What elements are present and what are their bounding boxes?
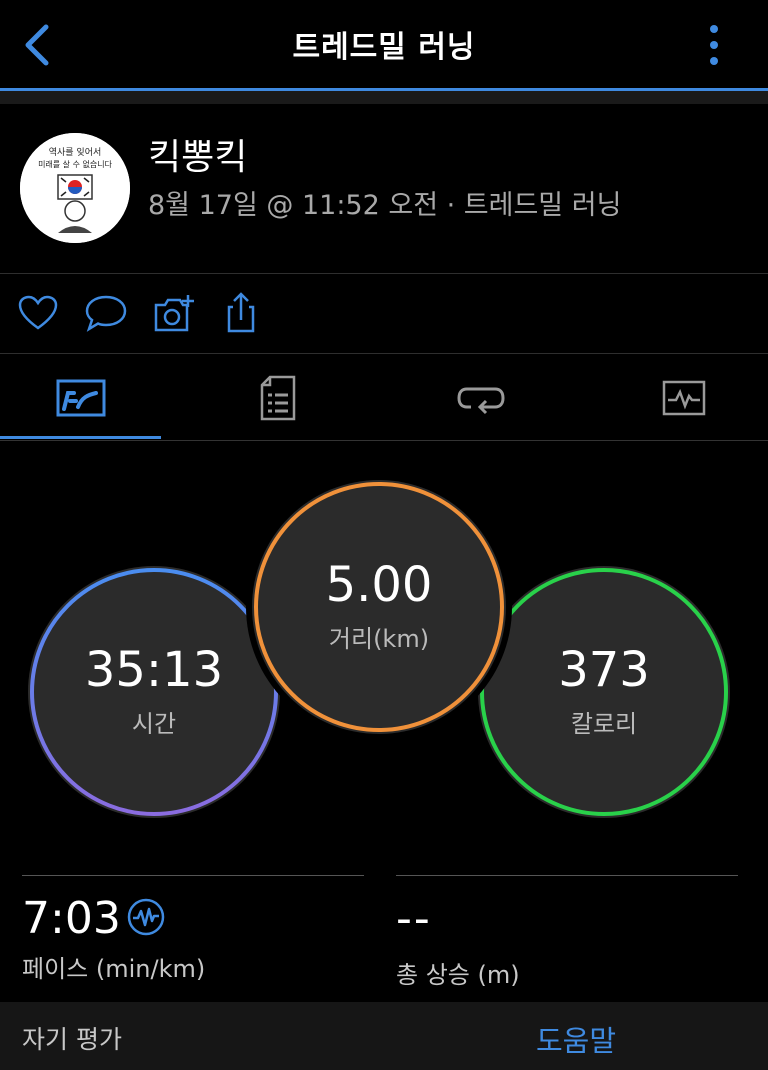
distance-ring (254, 482, 504, 732)
laps-tab-icon (456, 387, 505, 415)
more-options-button[interactable] (690, 20, 738, 70)
chart-tab-icon (662, 380, 705, 416)
self-evaluation-label: 자기 평가 (22, 1025, 122, 1054)
tab-laps[interactable] (400, 356, 561, 440)
header-shadow (0, 91, 768, 104)
ascent-divider (396, 875, 738, 876)
pace-chart-button[interactable] (126, 897, 166, 937)
share-icon (227, 292, 255, 333)
divider (0, 353, 768, 354)
comment-icon (85, 295, 127, 332)
activity-datetime: 8월 17일 @ 11:52 오전 · 트레드밀 러닝 (148, 190, 622, 221)
ascent-label: 총 상승 (m) (396, 961, 520, 989)
more-vertical-icon (710, 25, 718, 33)
avatar-image: 역사를 잊어서 미래를 살 수 없습니다 (20, 133, 130, 243)
active-tab-indicator (0, 436, 161, 439)
share-button[interactable] (218, 290, 262, 336)
distance-metric: 5.00 거리(km) (246, 474, 512, 740)
pace-divider (22, 875, 364, 876)
tab-charts[interactable] (603, 356, 764, 440)
divider (0, 273, 768, 274)
details-tab-icon (260, 375, 295, 421)
time-ring (30, 568, 278, 816)
divider (0, 440, 768, 441)
stats-tab-icon (56, 379, 105, 417)
svg-text:역사를 잊어서: 역사를 잊어서 (49, 146, 102, 158)
page-title: 트레드밀 러닝 (292, 30, 476, 65)
like-button[interactable] (16, 290, 60, 336)
svg-text:미래를 살 수 없습니다: 미래를 살 수 없습니다 (38, 159, 113, 169)
ascent-value: -- (396, 893, 432, 944)
heart-icon (18, 295, 58, 330)
comment-button[interactable] (84, 290, 128, 336)
tab-stats[interactable] (0, 356, 161, 440)
activity-pulse-icon (127, 898, 165, 936)
calories-ring (480, 568, 728, 816)
avatar[interactable]: 역사를 잊어서 미래를 살 수 없습니다 (20, 133, 130, 243)
pace-label: 페이스 (min/km) (22, 955, 206, 983)
camera-plus-icon (154, 295, 194, 332)
username[interactable]: 킥뽕킥 (148, 128, 247, 180)
add-photo-button[interactable] (152, 290, 196, 336)
help-link[interactable]: 도움말 (536, 1018, 616, 1060)
tab-details[interactable] (197, 356, 358, 440)
pace-value: 7:03 (22, 893, 121, 944)
